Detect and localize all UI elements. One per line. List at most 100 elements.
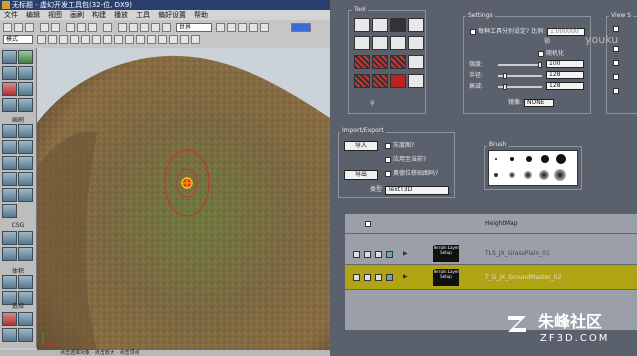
layer-2-visibility-icon[interactable] bbox=[353, 274, 360, 281]
strength-slider-thumb[interactable] bbox=[538, 62, 542, 68]
csg-intersect-icon[interactable] bbox=[2, 247, 17, 261]
linear-stair-brush-icon[interactable] bbox=[2, 156, 17, 170]
sheet-brush-icon[interactable] bbox=[2, 172, 17, 186]
falloff-slider-thumb[interactable] bbox=[503, 84, 507, 90]
pen-brush-icon[interactable] bbox=[18, 188, 33, 202]
erosion-tool-icon[interactable] bbox=[372, 36, 388, 50]
paint-tool-icon[interactable] bbox=[354, 18, 370, 32]
rotate-snap-icon[interactable] bbox=[238, 23, 247, 32]
landscape-mode-icon[interactable] bbox=[18, 82, 33, 96]
average-tool-icon[interactable] bbox=[390, 18, 406, 32]
scale-field[interactable]: 1.000000 bbox=[547, 28, 585, 36]
radius-field[interactable]: 128 bbox=[546, 71, 584, 79]
orientation-tool-icon[interactable] bbox=[372, 74, 388, 88]
cylinder-brush-icon[interactable] bbox=[2, 140, 17, 154]
cut-icon[interactable] bbox=[66, 23, 75, 32]
tetrahedron-brush-icon[interactable] bbox=[2, 204, 17, 218]
light-complexity-icon[interactable] bbox=[136, 35, 145, 44]
hole-tool-icon[interactable] bbox=[408, 74, 424, 88]
coverage-mode-icon[interactable] bbox=[18, 98, 33, 112]
translate-icon[interactable] bbox=[37, 35, 46, 44]
displacement-checkbox[interactable] bbox=[385, 171, 391, 177]
texture-mode-icon[interactable] bbox=[18, 66, 33, 80]
falloff-field[interactable]: 128 bbox=[546, 82, 584, 90]
export-button[interactable]: 导出 bbox=[344, 170, 378, 180]
layer-row-1[interactable]: ▶ Terrain Layer Setup TLS_JX_GrassPlain_… bbox=[345, 243, 637, 265]
maximize-viewport-icon[interactable] bbox=[191, 35, 200, 44]
heightmap-row[interactable]: HeightMap bbox=[345, 214, 637, 234]
layer-2-expand-icon[interactable]: ▶ bbox=[403, 273, 408, 281]
brush-size-3[interactable] bbox=[526, 156, 532, 162]
csg-deintersect-icon[interactable] bbox=[18, 247, 33, 261]
smooth-tool-icon[interactable] bbox=[372, 18, 388, 32]
lightmap-density-icon[interactable] bbox=[169, 35, 178, 44]
layer-row-2-selected[interactable]: ▶ Terrain Layer Setup T_G_JX_GroundMaste… bbox=[345, 265, 637, 290]
menu-preferences[interactable]: 偏好设置 bbox=[154, 10, 190, 20]
undo-icon[interactable] bbox=[40, 23, 49, 32]
view-option-1-checkbox[interactable] bbox=[613, 26, 619, 32]
layer-2-lock-icon[interactable] bbox=[364, 274, 371, 281]
content-browser-icon[interactable] bbox=[151, 23, 160, 32]
tessellate-tool-icon[interactable] bbox=[390, 36, 406, 50]
world-select[interactable]: 世界 bbox=[176, 23, 212, 32]
cube-brush-icon[interactable] bbox=[2, 124, 17, 138]
per-tool-checkbox[interactable] bbox=[470, 29, 476, 35]
layer-2-color-icon[interactable] bbox=[386, 274, 393, 281]
volumetric-brush-icon[interactable] bbox=[2, 188, 17, 202]
view-option-2-checkbox[interactable] bbox=[613, 46, 619, 52]
mode-select[interactable]: 模式 bbox=[3, 35, 33, 44]
shader-complexity-icon[interactable] bbox=[158, 35, 167, 44]
import-button[interactable]: 导入 bbox=[344, 141, 378, 151]
invert-selection-icon[interactable] bbox=[2, 328, 17, 342]
csg-add-icon[interactable] bbox=[2, 231, 17, 245]
paste-icon[interactable] bbox=[88, 23, 97, 32]
cone-brush-icon[interactable] bbox=[18, 124, 33, 138]
texture-rotate-tool-icon[interactable] bbox=[390, 55, 406, 69]
scale-mode-icon[interactable] bbox=[59, 35, 68, 44]
layer-1-wire-icon[interactable] bbox=[375, 251, 382, 258]
visibility-tool-icon[interactable] bbox=[408, 36, 424, 50]
mirror-select[interactable]: NONE bbox=[524, 99, 554, 107]
random-checkbox[interactable] bbox=[538, 51, 544, 57]
sphere-brush-icon[interactable] bbox=[18, 172, 33, 186]
menu-tools[interactable]: 工具 bbox=[132, 10, 154, 20]
show-flags-icon[interactable] bbox=[180, 35, 189, 44]
texture-pan-tool-icon[interactable] bbox=[372, 55, 388, 69]
brush-size-2[interactable] bbox=[510, 157, 514, 161]
copy-icon[interactable] bbox=[77, 23, 86, 32]
open-icon[interactable] bbox=[14, 23, 23, 32]
noise-tool-icon[interactable] bbox=[354, 36, 370, 50]
flatten-tool-icon[interactable] bbox=[408, 18, 424, 32]
texture-scale-tool-icon[interactable] bbox=[354, 74, 370, 88]
grid-icon[interactable] bbox=[216, 23, 225, 32]
geometry-mode-icon[interactable] bbox=[18, 50, 33, 64]
lock-tool-icon[interactable] bbox=[408, 55, 424, 69]
brush-size-1[interactable] bbox=[495, 158, 497, 160]
lighting-only-icon[interactable] bbox=[125, 35, 134, 44]
layer-1-visibility-icon[interactable] bbox=[353, 251, 360, 258]
curved-stair-brush-icon[interactable] bbox=[18, 140, 33, 154]
view-option-3-checkbox[interactable] bbox=[613, 60, 619, 66]
soft-brush-4[interactable] bbox=[539, 170, 549, 180]
terrain-mode-icon[interactable] bbox=[2, 66, 17, 80]
menu-build[interactable]: 构建 bbox=[88, 10, 110, 20]
rotate-icon[interactable] bbox=[48, 35, 57, 44]
brush-size-4[interactable] bbox=[541, 155, 549, 163]
layer-1-expand-icon[interactable]: ▶ bbox=[403, 250, 408, 258]
wireframe-icon[interactable] bbox=[92, 35, 101, 44]
layer-2-wire-icon[interactable] bbox=[375, 274, 382, 281]
menu-play[interactable]: 播放 bbox=[110, 10, 132, 20]
new-icon[interactable] bbox=[3, 23, 12, 32]
show-selected-icon[interactable] bbox=[2, 312, 17, 326]
split-tool-icon[interactable] bbox=[390, 74, 406, 88]
kismet-icon[interactable] bbox=[162, 23, 171, 32]
build-icon[interactable] bbox=[118, 23, 127, 32]
apply-current-checkbox[interactable] bbox=[385, 157, 391, 163]
texture-density-icon[interactable] bbox=[147, 35, 156, 44]
view-option-4-checkbox[interactable] bbox=[613, 74, 619, 80]
csg-subtract-icon[interactable] bbox=[18, 231, 33, 245]
layer-1-lock-icon[interactable] bbox=[364, 251, 371, 258]
build-all-icon[interactable] bbox=[129, 23, 138, 32]
menu-edit[interactable]: 编辑 bbox=[22, 10, 44, 20]
spiral-stair-brush-icon[interactable] bbox=[18, 156, 33, 170]
